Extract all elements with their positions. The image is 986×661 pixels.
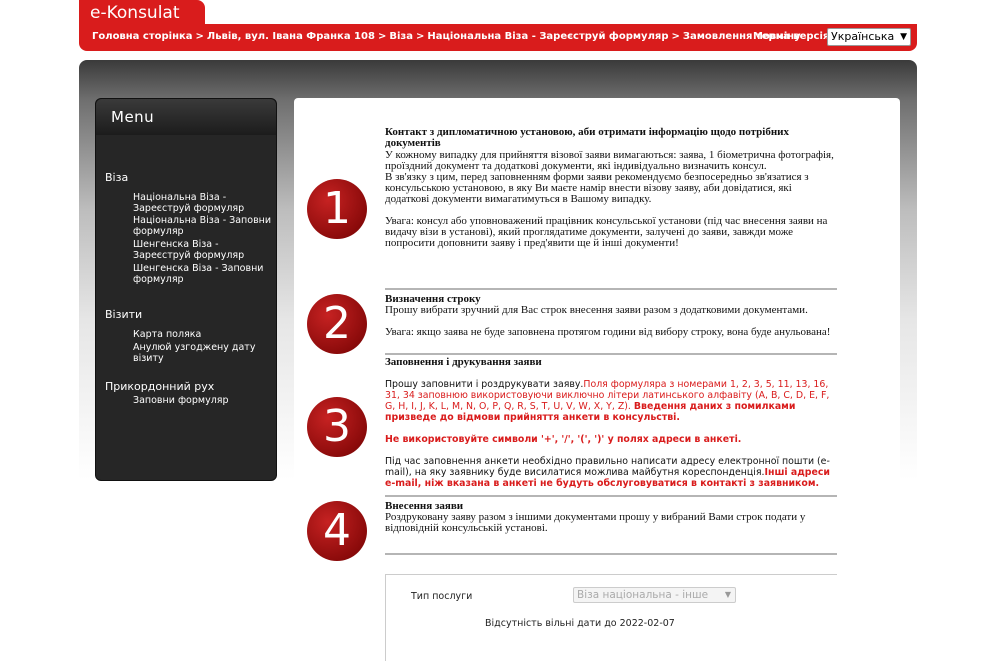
step-2-text: Прошу вибрати зручний для Вас строк внес… [385, 304, 831, 338]
divider [385, 553, 837, 555]
step-4-number-icon: 4 [307, 501, 367, 561]
divider [385, 495, 837, 497]
sidebar-section-visa[interactable]: Віза [105, 171, 128, 184]
breadcrumb: Головна сторінка > Львів, вул. Івана Франк… [92, 31, 801, 42]
menu-title: Menu [96, 99, 276, 135]
step-3-text: Прошу заповнити і роздрукувати заяву.Пол… [385, 379, 830, 489]
sidebar-menu: Menu Віза Національна Віза - Зареєструй … [95, 98, 277, 481]
chevron-down-icon: ▼ [900, 32, 907, 42]
sidebar-item-schengen-register[interactable]: Шенгенска Віза - Зареєструй формуляр [133, 239, 273, 261]
language-label: Мовна версія [753, 31, 830, 42]
service-type-select[interactable]: Віза національна - інше ▼ [573, 587, 736, 603]
sidebar-item-border-fill[interactable]: Заповни формуляр [133, 395, 273, 407]
top-bar: Головна сторінка > Львів, вул. Івана Франк… [79, 24, 917, 51]
service-type-label: Тип послуги [411, 591, 473, 602]
sidebar-item-national-register[interactable]: Національна Віза - Зареєструй формуляр [133, 192, 273, 214]
sidebar-item-pole-card[interactable]: Карта поляка [133, 329, 273, 341]
sidebar-item-national-fill[interactable]: Національна Віза - Заповни формуляр [133, 215, 273, 237]
step-1-number-icon: 1 [307, 179, 367, 239]
sidebar-item-cancel-visit[interactable]: Анулюй узгоджену дату візиту [133, 342, 273, 364]
breadcrumb-home[interactable]: Головна сторінка [92, 31, 193, 42]
divider [385, 353, 837, 355]
language-select[interactable]: Українська ▼ [827, 28, 911, 46]
sidebar-section-border[interactable]: Прикордонний рух [105, 380, 214, 393]
step-3-number-icon: 3 [307, 397, 367, 457]
breadcrumb-location[interactable]: Львів, вул. Івана Франка 108 [207, 31, 375, 42]
divider [385, 288, 837, 290]
step-3-title: Заповнення і друкування заяви [385, 356, 542, 368]
step-4-text: Роздруковану заяву разом з іншими докуме… [385, 511, 806, 534]
step-1-text: У кожному випадку для прийняття візової … [385, 149, 834, 249]
sidebar-item-schengen-fill[interactable]: Шенгенска Віза - Заповни формуляр [133, 263, 273, 285]
sidebar-section-visits[interactable]: Візити [105, 308, 142, 321]
site-logo[interactable]: e-Konsulat [79, 0, 205, 24]
step-1-title: Контакт з дипломатичною установою, аби о… [385, 126, 790, 149]
step-2-number-icon: 2 [307, 294, 367, 354]
chevron-down-icon: ▼ [724, 590, 731, 599]
availability-note: Відсутність вільні дати до 2022-02-07 [485, 618, 675, 629]
breadcrumb-visa[interactable]: Віза [389, 31, 413, 42]
breadcrumb-national-visa[interactable]: Національна Віза - Зареєструй формуляр [427, 31, 668, 42]
